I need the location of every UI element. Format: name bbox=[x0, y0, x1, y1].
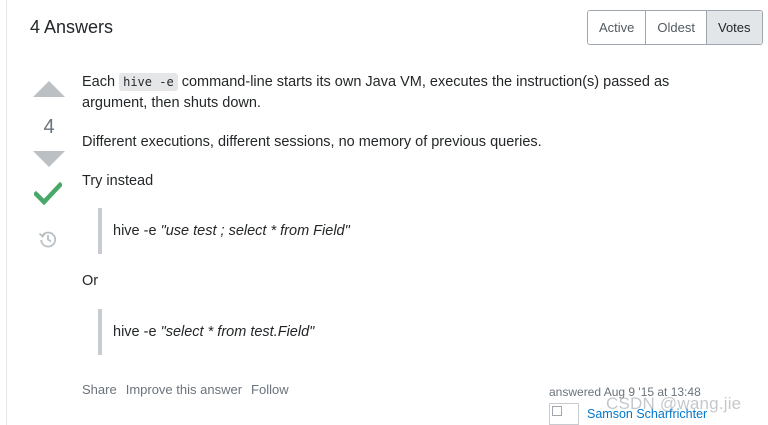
paragraph-3: Try instead bbox=[82, 173, 154, 189]
share-link[interactable]: Share bbox=[82, 382, 117, 397]
accepted-checkmark-icon bbox=[32, 181, 64, 211]
tab-oldest[interactable]: Oldest bbox=[645, 11, 706, 44]
answers-count-heading: 4 Answers bbox=[30, 17, 114, 37]
left-border bbox=[6, 0, 7, 425]
blockquote-1: hive -e "use test ; select * from Field" bbox=[98, 208, 350, 254]
paragraph-2: Different executions, different sessions… bbox=[82, 134, 542, 150]
post-menu: Share Improve this answer Follow bbox=[82, 382, 289, 397]
follow-link[interactable]: Follow bbox=[251, 382, 289, 397]
history-icon[interactable] bbox=[38, 229, 58, 254]
answer-sort-tabs: Active Oldest Votes bbox=[587, 10, 763, 45]
command-text: hive -e bbox=[113, 222, 161, 239]
downvote-arrow-icon[interactable] bbox=[33, 151, 65, 167]
text: Each bbox=[82, 74, 116, 90]
inline-code: hive -e bbox=[119, 73, 178, 91]
vote-count: 4 bbox=[43, 116, 55, 138]
command-string: "use test ; select * from Field" bbox=[160, 222, 350, 239]
paragraph-1: Each hive -e command-line starts its own… bbox=[82, 72, 692, 114]
paragraph-4: Or bbox=[82, 273, 99, 289]
blockquote-2: hive -e "select * from test.Field" bbox=[98, 309, 314, 355]
command-string: "select * from test.Field" bbox=[160, 323, 315, 340]
tab-active[interactable]: Active bbox=[588, 11, 646, 44]
avatar[interactable] bbox=[549, 403, 579, 425]
upvote-arrow-icon[interactable] bbox=[33, 81, 65, 97]
command-text: hive -e bbox=[113, 323, 161, 340]
watermark: CSDN @wang.jie bbox=[606, 394, 742, 413]
tab-votes[interactable]: Votes bbox=[705, 11, 762, 44]
improve-answer-link[interactable]: Improve this answer bbox=[126, 382, 242, 397]
